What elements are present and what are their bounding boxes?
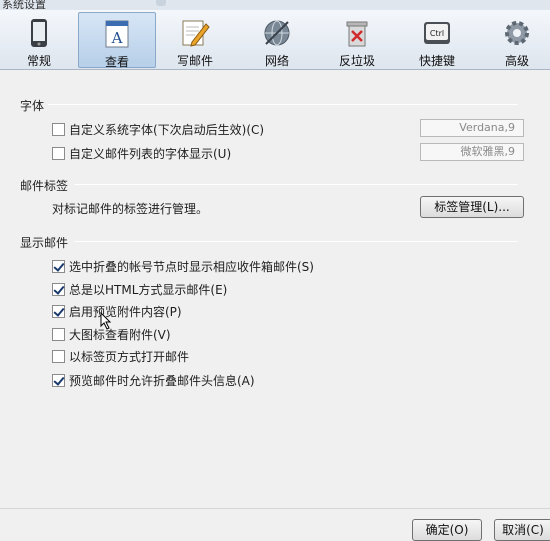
tab-view-label: 查看 bbox=[104, 55, 129, 69]
phone-device-icon bbox=[31, 19, 47, 47]
mouse-cursor-icon bbox=[100, 312, 112, 330]
svg-text:A: A bbox=[111, 29, 123, 47]
tab-general[interactable]: 常规 bbox=[0, 12, 78, 68]
show-inbox-on-collapsed-option[interactable]: 选中折叠的帐号节点时显示相应收件箱邮件(S) bbox=[52, 257, 314, 275]
large-icon-attachments-checkbox[interactable] bbox=[52, 327, 65, 341]
divider bbox=[74, 241, 518, 242]
pencil-paper-icon bbox=[182, 20, 210, 47]
large-icon-attachments-label: 大图标查看附件(V) bbox=[69, 327, 171, 342]
divider bbox=[48, 104, 518, 105]
preview-attachments-checkbox[interactable] bbox=[52, 304, 65, 318]
ok-button[interactable]: 确定(O) bbox=[412, 519, 482, 541]
collapse-header-option[interactable]: 预览邮件时允许折叠邮件头信息(A) bbox=[52, 371, 255, 389]
list-font-field: 微软雅黑,9 bbox=[420, 143, 524, 161]
footer-divider bbox=[0, 508, 550, 509]
tab-advanced-label: 高级 bbox=[504, 54, 529, 68]
always-html-option[interactable]: 总是以HTML方式显示邮件(E) bbox=[52, 280, 227, 298]
show-inbox-on-collapsed-label: 选中折叠的帐号节点时显示相应收件箱邮件(S) bbox=[69, 259, 314, 274]
document-view-icon: A bbox=[105, 20, 129, 48]
always-html-checkbox[interactable] bbox=[52, 282, 65, 296]
custom-system-font-checkbox[interactable] bbox=[52, 122, 65, 136]
title-bar-button[interactable] bbox=[156, 0, 166, 6]
ctrl-key-text: Ctrl bbox=[430, 29, 444, 38]
tab-antispam-label: 反垃圾 bbox=[338, 54, 375, 68]
divider bbox=[74, 184, 518, 185]
tab-antispam[interactable]: 反垃圾 bbox=[318, 12, 396, 68]
always-html-label: 总是以HTML方式显示邮件(E) bbox=[69, 282, 228, 297]
display-section-title: 显示邮件 bbox=[20, 236, 69, 250]
custom-system-font-option[interactable]: 自定义系统字体(下次启动后生效)(C) bbox=[52, 120, 264, 138]
collapse-header-label: 预览邮件时允许折叠邮件头信息(A) bbox=[69, 373, 255, 388]
tab-compose-label: 写邮件 bbox=[176, 54, 213, 68]
gear-icon bbox=[505, 21, 529, 45]
tags-section-title: 邮件标签 bbox=[20, 179, 69, 193]
custom-list-font-checkbox[interactable] bbox=[52, 146, 65, 160]
custom-list-font-option[interactable]: 自定义邮件列表的字体显示(U) bbox=[52, 144, 231, 162]
preview-attachments-option[interactable]: 启用预览附件内容(P) bbox=[52, 302, 182, 320]
tab-compose[interactable]: 写邮件 bbox=[156, 12, 234, 68]
collapse-header-checkbox[interactable] bbox=[52, 373, 65, 387]
tab-general-label: 常规 bbox=[26, 54, 51, 68]
cancel-button[interactable]: 取消(C) bbox=[494, 519, 550, 541]
trash-bin-icon bbox=[346, 21, 368, 47]
tab-shortcuts-label: 快捷键 bbox=[418, 54, 455, 68]
system-font-field: Verdana,9 bbox=[420, 119, 524, 137]
manage-tags-button[interactable]: 标签管理(L)... bbox=[420, 196, 524, 218]
preview-attachments-label: 启用预览附件内容(P) bbox=[69, 304, 182, 319]
open-in-tab-checkbox[interactable] bbox=[52, 349, 65, 363]
show-inbox-on-collapsed-checkbox[interactable] bbox=[52, 259, 65, 273]
custom-list-font-label: 自定义邮件列表的字体显示(U) bbox=[69, 146, 232, 161]
tab-network-label: 网络 bbox=[264, 54, 289, 68]
tags-description: 对标记邮件的标签进行管理。 bbox=[52, 202, 209, 216]
tab-advanced[interactable]: 高级 bbox=[478, 12, 550, 68]
settings-toolbar: 常规 A 查看 写邮件 网络 反垃圾 Ctrl 快捷键 高级 bbox=[0, 10, 550, 70]
tab-shortcuts[interactable]: Ctrl 快捷键 bbox=[398, 12, 476, 68]
custom-system-font-label: 自定义系统字体(下次启动后生效)(C) bbox=[69, 122, 265, 137]
globe-network-icon bbox=[264, 20, 290, 46]
font-section-title: 字体 bbox=[20, 99, 45, 113]
open-in-tab-option[interactable]: 以标签页方式打开邮件 bbox=[52, 347, 189, 365]
window-title: 系统设置 bbox=[2, 0, 46, 10]
window-title-bar: 系统设置 bbox=[0, 0, 550, 10]
tab-view[interactable]: A 查看 bbox=[78, 12, 156, 69]
keyboard-ctrl-icon: Ctrl bbox=[424, 22, 450, 44]
open-in-tab-label: 以标签页方式打开邮件 bbox=[69, 349, 190, 364]
tab-network[interactable]: 网络 bbox=[238, 12, 316, 68]
